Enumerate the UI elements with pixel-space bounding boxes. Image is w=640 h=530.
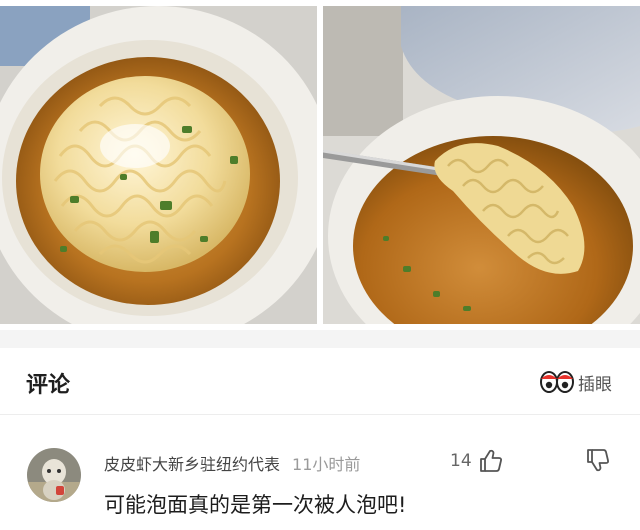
comment-username[interactable]: 皮皮虾大新乡驻纽约代表 [104,451,280,475]
dislike-button[interactable] [585,446,613,474]
avatar[interactable] [27,448,81,502]
comment-meta: 皮皮虾大新乡驻纽约代表 11小时前 [104,451,360,475]
eyes-label: 插眼 [578,374,612,395]
post-image-noodle-lifted[interactable] [323,6,640,324]
comment-text: 可能泡面真的是第一次被人泡吧! [104,493,407,517]
noodle-cup-photo [0,6,317,324]
thumb-down-icon [587,449,609,472]
eyes-icon [540,371,574,393]
comments-header: 评论 插眼 [0,350,640,414]
thumb-up-icon [479,449,502,472]
section-separator [0,330,640,348]
post-image-grid [0,0,640,324]
comment-timestamp: 11小时前 [292,455,361,474]
eyes-button[interactable]: 插眼 [540,369,612,395]
like-count: 14 [450,451,472,471]
comment-item: 皮皮虾大新乡驻纽约代表 11小时前 14 可能泡面真的是第一次被人泡吧! [0,415,640,530]
post-image-noodle-cup[interactable] [0,6,317,324]
like-button[interactable]: 14 [450,445,504,477]
avatar-image [27,448,81,502]
noodle-lifted-photo [323,6,640,324]
comments-title: 评论 [26,373,71,398]
